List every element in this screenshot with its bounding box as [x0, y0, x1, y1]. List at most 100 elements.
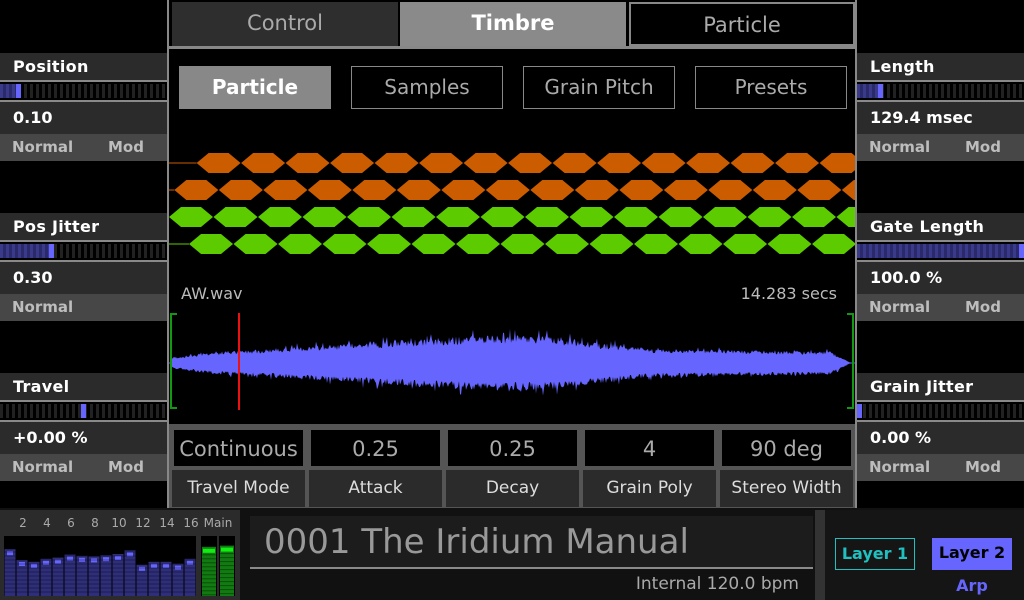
param-stereo-width[interactable]: 90 deg Stereo Width: [719, 427, 854, 507]
slider-thumb[interactable]: [16, 84, 21, 98]
slider-thumb[interactable]: [81, 404, 86, 418]
mode-mod-button[interactable]: Mod: [965, 454, 1001, 481]
main-panel: Control Timbre Particle Particle Samples…: [167, 0, 857, 510]
bottom-bar: 2 4 6 8 10 12 14 16 Main 0001 The Iridium Manual…: [0, 508, 1024, 600]
arp-indicator[interactable]: Arp: [932, 576, 1012, 595]
mode-mod-button[interactable]: Mod: [965, 134, 1001, 161]
waveform-display[interactable]: [169, 280, 855, 420]
subtab-particle[interactable]: Particle: [179, 66, 331, 109]
channel-label: 16: [183, 516, 198, 530]
grain-envelope: [485, 180, 530, 200]
param-value[interactable]: Continuous: [172, 428, 305, 468]
param-length[interactable]: Length 129.4 msec Normal Mod: [857, 53, 1024, 161]
grain-envelope: [285, 153, 330, 173]
grain-envelope: [508, 153, 553, 173]
param-slider[interactable]: [0, 240, 167, 262]
mode-normal-button[interactable]: Normal: [869, 454, 930, 481]
grain-envelope: [703, 207, 747, 227]
layer-1-button[interactable]: Layer 1: [835, 538, 915, 570]
slider-thumb[interactable]: [857, 404, 862, 418]
param-value: 100.0 %: [857, 262, 1024, 294]
grain-row: [169, 180, 855, 200]
channel-label: 2: [19, 516, 27, 530]
param-value: 129.4 msec: [857, 102, 1024, 134]
param-modes: Normal Mod: [857, 134, 1024, 161]
channel-label: 8: [91, 516, 99, 530]
grain-envelope: [708, 180, 753, 200]
param-value[interactable]: 90 deg: [720, 428, 853, 468]
grain-envelope: [436, 207, 480, 227]
param-decay[interactable]: 0.25 Decay: [445, 427, 580, 507]
mode-mod-button[interactable]: Mod: [965, 294, 1001, 321]
mixer-meters[interactable]: 2 4 6 8 10 12 14 16 Main: [0, 510, 240, 600]
channel-meter-peak: [115, 556, 121, 560]
grain-envelope: [658, 207, 703, 227]
param-slider[interactable]: [0, 400, 167, 422]
param-travel-mode[interactable]: Continuous Travel Mode: [171, 427, 306, 507]
grain-envelope: [775, 153, 820, 173]
grain-envelope: [352, 180, 397, 200]
param-value[interactable]: 0.25: [309, 428, 442, 468]
param-title: Gate Length: [857, 213, 1024, 240]
grain-envelope: [812, 234, 855, 254]
mode-mod-button[interactable]: Mod: [108, 454, 144, 481]
main-meter-bar: [202, 546, 216, 596]
grain-envelope: [307, 180, 352, 200]
param-value[interactable]: 0.25: [446, 428, 579, 468]
sample-end-marker[interactable]: [847, 313, 854, 409]
waveform-shape: [171, 329, 851, 396]
tab-control[interactable]: Control: [172, 2, 398, 46]
mode-normal-button[interactable]: Normal: [12, 134, 73, 161]
grain-envelope: [574, 180, 619, 200]
tab-particle[interactable]: Particle: [629, 2, 855, 46]
grain-envelope: [641, 153, 686, 173]
param-slider[interactable]: [857, 400, 1024, 422]
channel-label: 10: [111, 516, 126, 530]
channel-label: 4: [43, 516, 51, 530]
grain-envelope: [530, 180, 575, 200]
patch-display[interactable]: 0001 The Iridium Manual Internal 120.0 b…: [250, 512, 815, 600]
grain-envelope: [463, 153, 508, 173]
mode-normal-button[interactable]: Normal: [869, 294, 930, 321]
param-pos-jitter[interactable]: Pos Jitter 0.30 Normal: [0, 213, 167, 321]
grain-envelope: [597, 153, 642, 173]
grain-envelope: [797, 180, 842, 200]
param-slider[interactable]: [857, 80, 1024, 102]
subtab-samples[interactable]: Samples: [351, 66, 503, 109]
mode-normal-button[interactable]: Normal: [12, 294, 73, 321]
slider-thumb[interactable]: [1019, 244, 1024, 258]
param-attack[interactable]: 0.25 Attack: [308, 427, 443, 507]
tempo-readout: Internal 120.0 bpm: [635, 574, 799, 594]
grain-envelope: [456, 234, 501, 254]
param-slider[interactable]: [0, 80, 167, 102]
grain-envelope: [819, 153, 855, 173]
mode-normal-button[interactable]: Normal: [12, 454, 73, 481]
main-label: Main: [204, 516, 233, 530]
param-slider[interactable]: [857, 240, 1024, 262]
mode-mod-button[interactable]: Mod: [108, 134, 144, 161]
grain-envelope: [836, 207, 855, 227]
subtab-presets[interactable]: Presets: [695, 66, 847, 109]
subtab-grain-pitch[interactable]: Grain Pitch: [523, 66, 675, 109]
grain-envelope: [441, 180, 486, 200]
param-travel[interactable]: Travel +0.00 % Normal Mod: [0, 373, 167, 481]
param-gate-length[interactable]: Gate Length 100.0 % Normal Mod: [857, 213, 1024, 321]
param-grain-poly[interactable]: 4 Grain Poly: [582, 427, 717, 507]
channel-label: 6: [67, 516, 75, 530]
param-label: Stereo Width: [720, 470, 853, 507]
layer-selector: Layer 1 Layer 2 Arp: [815, 510, 1024, 600]
grain-envelope: [686, 153, 731, 173]
grain-envelope: [747, 207, 792, 227]
slider-thumb[interactable]: [878, 84, 883, 98]
layer-2-button[interactable]: Layer 2: [932, 538, 1012, 570]
param-value[interactable]: 4: [583, 428, 716, 468]
patch-name[interactable]: 0001 The Iridium Manual: [250, 516, 813, 569]
param-grain-jitter[interactable]: Grain Jitter 0.00 % Normal Mod: [857, 373, 1024, 481]
grain-envelope: [552, 153, 597, 173]
slider-thumb[interactable]: [49, 244, 54, 258]
grain-envelope: [545, 234, 590, 254]
param-modes: Normal Mod: [0, 134, 167, 161]
mode-normal-button[interactable]: Normal: [869, 134, 930, 161]
tab-timbre[interactable]: Timbre: [400, 2, 626, 46]
param-position[interactable]: Position 0.10 Normal Mod: [0, 53, 167, 161]
